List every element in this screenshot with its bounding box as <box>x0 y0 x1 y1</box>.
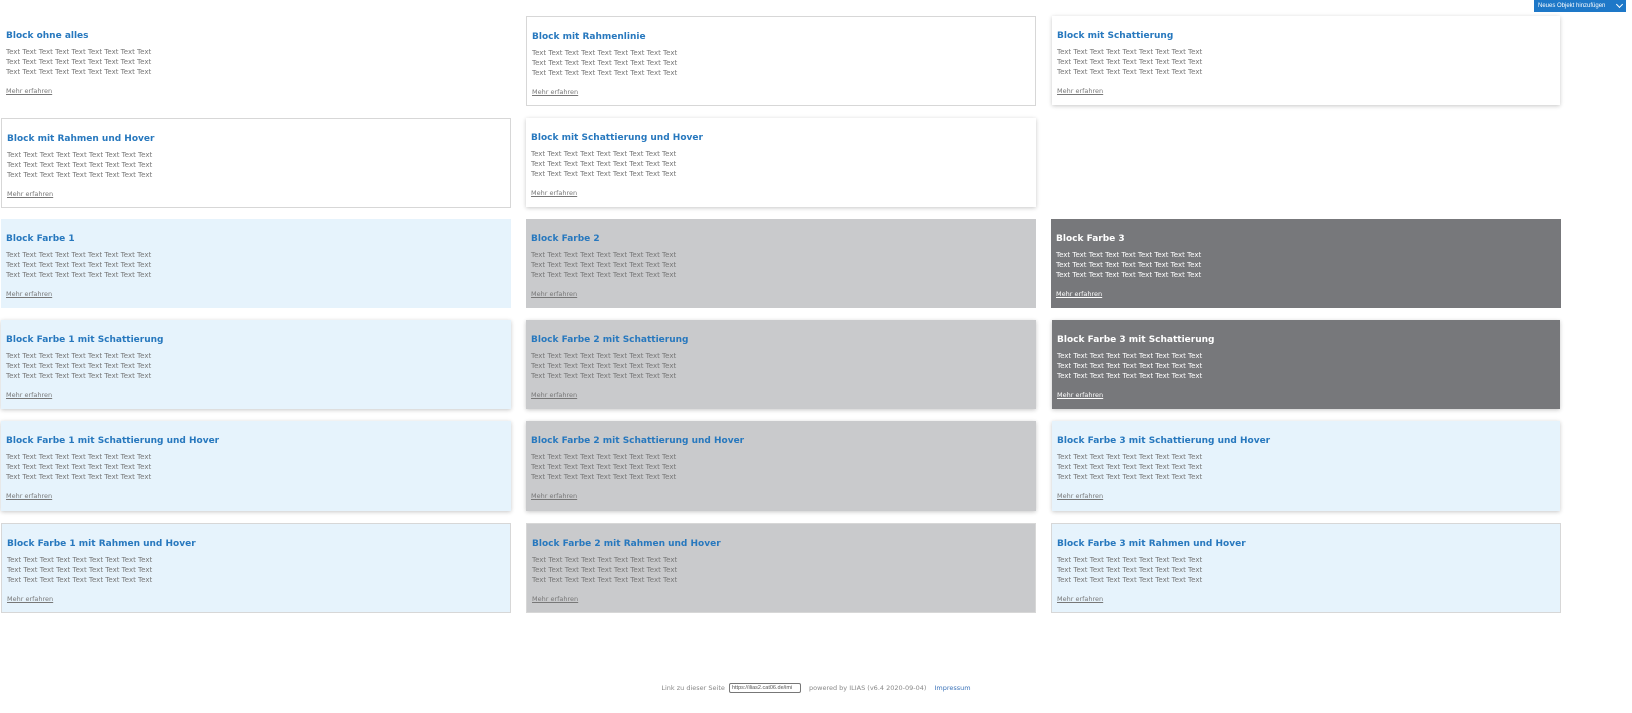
block-title: Block Farbe 2 mit Rahmen und Hover <box>532 539 721 549</box>
block-color-2-shadow-hover[interactable]: Block Farbe 2 mit Schattierung und Hover… <box>526 421 1036 511</box>
more-link[interactable]: Mehr erfahren <box>6 290 52 298</box>
block-shadow-hover[interactable]: Block mit Schattierung und Hover Text Te… <box>526 118 1036 207</box>
block-title: Block mit Rahmen und Hover <box>7 134 155 144</box>
powered-by-text: powered by ILIAS (v6.4 2020-09-04) <box>809 684 927 692</box>
more-link[interactable]: Mehr erfahren <box>1057 391 1103 399</box>
block-text: Text Text Text Text Text Text Text Text … <box>532 49 678 77</box>
more-link[interactable]: Mehr erfahren <box>1057 492 1103 500</box>
block-text: Text Text Text Text Text Text Text Text … <box>531 453 677 481</box>
block-text: Text Text Text Text Text Text Text Text … <box>7 151 153 179</box>
block-color-2: Block Farbe 2 Text Text Text Text Text T… <box>526 219 1036 308</box>
more-link[interactable]: Mehr erfahren <box>6 87 52 95</box>
more-link[interactable]: Mehr erfahren <box>531 290 577 298</box>
block-text: Text Text Text Text Text Text Text Text … <box>6 352 152 380</box>
block-text: Text Text Text Text Text Text Text Text … <box>531 251 677 279</box>
block-color-3-shadow: Block Farbe 3 mit Schattierung Text Text… <box>1052 320 1560 409</box>
more-link[interactable]: Mehr erfahren <box>6 391 52 399</box>
block-color-1-shadow-hover[interactable]: Block Farbe 1 mit Schattierung und Hover… <box>1 421 511 511</box>
more-link[interactable]: Mehr erfahren <box>6 492 52 500</box>
block-text: Text Text Text Text Text Text Text Text … <box>531 352 677 380</box>
block-title: Block Farbe 2 mit Schattierung <box>531 335 689 345</box>
block-text: Text Text Text Text Text Text Text Text … <box>6 48 152 76</box>
block-color-1: Block Farbe 1 Text Text Text Text Text T… <box>1 219 511 308</box>
block-text: Text Text Text Text Text Text Text Text … <box>1057 352 1203 380</box>
more-link[interactable]: Mehr erfahren <box>7 190 53 198</box>
more-link[interactable]: Mehr erfahren <box>531 492 577 500</box>
block-shadow: Block mit Schattierung Text Text Text Te… <box>1052 16 1560 105</box>
block-color-2-framed-hover[interactable]: Block Farbe 2 mit Rahmen und Hover Text … <box>526 523 1036 613</box>
more-link[interactable]: Mehr erfahren <box>531 189 577 197</box>
block-color-3: Block Farbe 3 Text Text Text Text Text T… <box>1051 219 1561 308</box>
more-link[interactable]: Mehr erfahren <box>7 595 53 603</box>
block-text: Text Text Text Text Text Text Text Text … <box>1057 453 1203 481</box>
block-text: Text Text Text Text Text Text Text Text … <box>7 556 153 584</box>
block-framed: Block mit Rahmenlinie Text Text Text Tex… <box>526 16 1036 106</box>
block-title: Block mit Rahmenlinie <box>532 32 646 42</box>
more-link[interactable]: Mehr erfahren <box>532 595 578 603</box>
block-text: Text Text Text Text Text Text Text Text … <box>1057 48 1203 76</box>
more-link[interactable]: Mehr erfahren <box>531 391 577 399</box>
add-new-object-label: Neues Objekt hinzufügen <box>1538 3 1606 9</box>
block-title: Block Farbe 3 mit Rahmen und Hover <box>1057 539 1246 549</box>
block-title: Block Farbe 2 mit Schattierung und Hover <box>531 436 745 446</box>
block-text: Text Text Text Text Text Text Text Text … <box>531 150 677 178</box>
block-text: Text Text Text Text Text Text Text Text … <box>6 251 152 279</box>
block-title: Block Farbe 1 <box>6 234 75 244</box>
add-new-object-button[interactable]: Neues Objekt hinzufügen <box>1534 0 1626 12</box>
block-color-2-shadow: Block Farbe 2 mit Schattierung Text Text… <box>526 320 1036 409</box>
block-color-3-framed-hover[interactable]: Block Farbe 3 mit Rahmen und Hover Text … <box>1051 523 1561 613</box>
more-link[interactable]: Mehr erfahren <box>532 88 578 96</box>
block-plain: Block ohne alles Text Text Text Text Tex… <box>1 16 511 106</box>
impressum-link[interactable]: Impressum <box>934 684 970 692</box>
block-color-1-framed-hover[interactable]: Block Farbe 1 mit Rahmen und Hover Text … <box>1 523 511 613</box>
permalink-field[interactable] <box>728 683 801 693</box>
more-link[interactable]: Mehr erfahren <box>1057 87 1103 95</box>
block-color-3-shadow-hover[interactable]: Block Farbe 3 mit Schattierung und Hover… <box>1052 421 1560 511</box>
block-title: Block Farbe 1 mit Rahmen und Hover <box>7 539 196 549</box>
block-title: Block Farbe 1 mit Schattierung und Hover <box>6 436 220 446</box>
block-title: Block Farbe 2 <box>531 234 600 244</box>
block-title: Block Farbe 3 <box>1056 234 1125 244</box>
block-title: Block mit Schattierung und Hover <box>531 133 703 143</box>
block-text: Text Text Text Text Text Text Text Text … <box>1057 556 1203 584</box>
block-title: Block ohne alles <box>6 31 89 41</box>
block-title: Block mit Schattierung <box>1057 31 1174 41</box>
more-link[interactable]: Mehr erfahren <box>1056 290 1102 298</box>
chevron-down-icon <box>1615 0 1624 9</box>
page: Neues Objekt hinzufügen Block ohne alles… <box>0 0 1632 713</box>
block-text: Text Text Text Text Text Text Text Text … <box>532 556 678 584</box>
permalink-label: Link zu dieser Seite <box>661 684 725 692</box>
block-title: Block Farbe 1 mit Schattierung <box>6 335 164 345</box>
more-link[interactable]: Mehr erfahren <box>1057 595 1103 603</box>
block-title: Block Farbe 3 mit Schattierung und Hover <box>1057 436 1271 446</box>
block-text: Text Text Text Text Text Text Text Text … <box>1056 251 1202 279</box>
block-title: Block Farbe 3 mit Schattierung <box>1057 335 1215 345</box>
block-color-1-shadow: Block Farbe 1 mit Schattierung Text Text… <box>1 320 511 409</box>
block-text: Text Text Text Text Text Text Text Text … <box>6 453 152 481</box>
block-framed-hover[interactable]: Block mit Rahmen und Hover Text Text Tex… <box>1 118 511 208</box>
footer: Link zu dieser Seite powered by ILIAS (v… <box>0 683 1632 693</box>
